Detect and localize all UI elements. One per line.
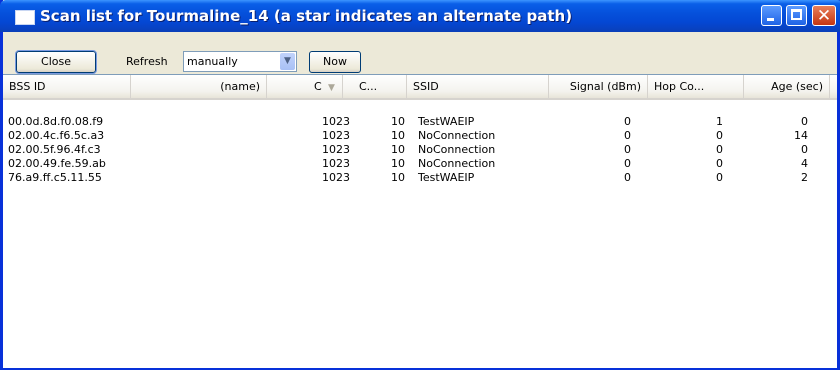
window-close-button[interactable]: ✕ xyxy=(812,5,836,26)
cell-c1: 1023 xyxy=(322,143,350,156)
cell-hop-count: 0 xyxy=(716,171,723,184)
cell-signal: 0 xyxy=(624,115,631,128)
cell-c2: 10 xyxy=(391,171,405,184)
table-row[interactable]: 76.a9.ff.c5.11.55 1023 10 TestWAEIP 0 0 … xyxy=(3,171,837,185)
cell-ssid: NoConnection xyxy=(418,143,496,156)
column-header-bssid[interactable]: BSS ID xyxy=(3,75,131,98)
column-header-c1[interactable]: C ▼ xyxy=(267,75,343,98)
cell-c2: 10 xyxy=(391,129,405,142)
minimize-button[interactable] xyxy=(761,5,782,26)
cell-c1: 1023 xyxy=(322,129,350,142)
cell-hop-count: 0 xyxy=(716,143,723,156)
cell-c1: 1023 xyxy=(322,115,350,128)
cell-age: 0 xyxy=(801,143,808,156)
column-header-name[interactable]: (name) xyxy=(131,75,267,98)
table-row[interactable]: 02.00.5f.96.4f.c3 1023 10 NoConnection 0… xyxy=(3,143,837,157)
cell-bssid: 76.a9.ff.c5.11.55 xyxy=(8,171,102,184)
now-button[interactable]: Now xyxy=(309,51,361,73)
cell-ssid: TestWAEIP xyxy=(418,171,475,184)
sort-descending-icon: ▼ xyxy=(325,83,335,93)
column-header-c2[interactable]: C... xyxy=(343,75,407,98)
cell-bssid: 02.00.4c.f6.5c.a3 xyxy=(8,129,105,142)
cell-bssid: 00.0d.8d.f0.08.f9 xyxy=(8,115,104,128)
cell-c2: 10 xyxy=(391,157,405,170)
cell-bssid: 02.00.5f.96.4f.c3 xyxy=(8,143,101,156)
column-header-hop-count[interactable]: Hop Co... xyxy=(648,75,744,98)
table-header: BSS ID (name) C ▼ C... SSID Signal (dBm)… xyxy=(3,75,837,100)
table-row[interactable]: 00.0d.8d.f0.08.f9 1023 10 TestWAEIP 0 1 … xyxy=(3,115,837,129)
scan-list-window: Scan list for Tourmaline_14 (a star indi… xyxy=(0,0,840,370)
scan-list-table[interactable]: BSS ID (name) C ▼ C... SSID Signal (dBm)… xyxy=(3,74,837,368)
cell-c2: 10 xyxy=(391,115,405,128)
maximize-icon xyxy=(791,9,802,20)
cell-signal: 0 xyxy=(624,129,631,142)
cell-c2: 10 xyxy=(391,143,405,156)
cell-age: 2 xyxy=(801,171,808,184)
table-row[interactable]: 02.00.49.fe.59.ab 1023 10 NoConnection 0… xyxy=(3,157,837,171)
cell-age: 14 xyxy=(794,129,808,142)
cell-ssid: NoConnection xyxy=(418,129,496,142)
cell-signal: 0 xyxy=(624,143,631,156)
toolbar: Close Refresh manually ▼ Now xyxy=(3,32,837,74)
cell-hop-count: 0 xyxy=(716,129,723,142)
cell-signal: 0 xyxy=(624,171,631,184)
cell-c1: 1023 xyxy=(322,171,350,184)
close-button[interactable]: Close xyxy=(15,50,97,74)
table-row[interactable]: 02.00.4c.f6.5c.a3 1023 10 NoConnection 0… xyxy=(3,129,837,143)
cell-bssid: 02.00.49.fe.59.ab xyxy=(8,157,106,170)
window-icon[interactable] xyxy=(15,10,35,25)
close-icon: ✕ xyxy=(816,6,832,26)
refresh-select[interactable]: manually ▼ xyxy=(183,51,297,72)
cell-age: 4 xyxy=(801,157,808,170)
chevron-down-icon[interactable]: ▼ xyxy=(280,53,295,70)
column-header-age[interactable]: Age (sec) xyxy=(744,75,830,98)
maximize-button[interactable] xyxy=(786,5,807,26)
title-bar[interactable]: Scan list for Tourmaline_14 (a star indi… xyxy=(0,0,840,32)
cell-signal: 0 xyxy=(624,157,631,170)
cell-ssid: NoConnection xyxy=(418,157,496,170)
column-header-signal[interactable]: Signal (dBm) xyxy=(549,75,648,98)
refresh-label: Refresh xyxy=(126,55,168,68)
cell-hop-count: 1 xyxy=(716,115,723,128)
column-header-c1-label: C xyxy=(314,80,322,93)
cell-c1: 1023 xyxy=(322,157,350,170)
column-header-ssid[interactable]: SSID xyxy=(407,75,549,98)
cell-ssid: TestWAEIP xyxy=(418,115,475,128)
minimize-icon xyxy=(767,18,774,21)
cell-age: 0 xyxy=(801,115,808,128)
cell-hop-count: 0 xyxy=(716,157,723,170)
refresh-select-value: manually xyxy=(187,55,238,68)
window-title: Scan list for Tourmaline_14 (a star indi… xyxy=(40,7,573,25)
